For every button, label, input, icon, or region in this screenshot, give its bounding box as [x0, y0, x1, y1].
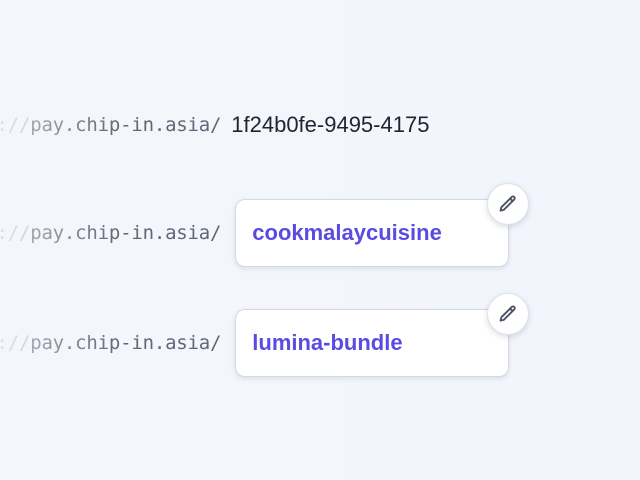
pencil-icon [499, 195, 516, 212]
slug-field[interactable]: cookmalaycuisine [235, 199, 510, 267]
payment-link-row-static: ps://pay.chip-in.asia/ 1f24b0fe-9495-417… [0, 110, 429, 140]
payment-links-panel: ps://pay.chip-in.asia/ 1f24b0fe-9495-417… [0, 0, 640, 480]
pencil-icon [499, 305, 516, 322]
slug-value: lumina-bundle [252, 330, 403, 355]
slug-field[interactable]: lumina-bundle [235, 309, 510, 377]
url-host: pay.chip-in.asia/ [30, 114, 222, 136]
slug-field-wrapper: cookmalaycuisine [235, 183, 530, 267]
url-scheme: ps:// [0, 332, 31, 354]
url-prefix: ps://pay.chip-in.asia/ [0, 222, 221, 244]
slug-field-wrapper: lumina-bundle [235, 293, 530, 377]
payment-link-row-editable: ps://pay.chip-in.asia/ lumina-bundle [0, 293, 530, 377]
url-scheme: ps:// [0, 222, 31, 244]
url-host: pay.chip-in.asia/ [30, 222, 222, 244]
payment-link-row-editable: ps://pay.chip-in.asia/ cookmalaycuisine [0, 183, 530, 267]
edit-slug-button[interactable] [487, 183, 530, 225]
url-host: pay.chip-in.asia/ [30, 332, 222, 354]
url-prefix: ps://pay.chip-in.asia/ [0, 332, 221, 354]
url-scheme: ps:// [0, 114, 31, 136]
edit-slug-button[interactable] [487, 293, 530, 335]
url-prefix: ps://pay.chip-in.asia/ [0, 114, 221, 136]
payment-link-id: 1f24b0fe-9495-4175 [231, 112, 430, 137]
slug-value: cookmalaycuisine [252, 220, 442, 245]
